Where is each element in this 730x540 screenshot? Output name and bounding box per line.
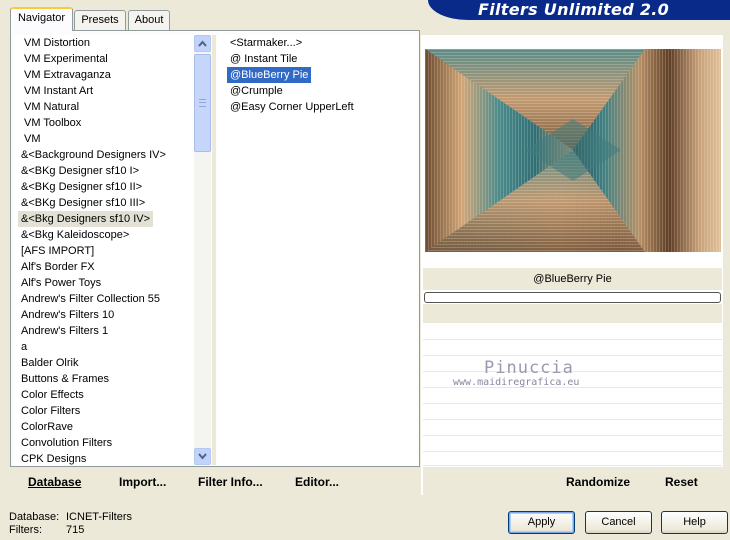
category-item[interactable]: &<Bkg Kaleidoscope> [18,227,132,243]
category-item[interactable]: a [18,339,30,355]
category-item[interactable]: VM Natural [21,99,82,115]
category-item[interactable]: VM Extravaganza [21,67,114,83]
scroll-thumb[interactable] [194,54,211,152]
preview-pattern [425,49,721,252]
database-label: Database: [9,511,60,523]
category-item[interactable]: Buttons & Frames [18,371,112,387]
category-item[interactable]: VM Instant Art [21,83,96,99]
list-divider [212,35,216,465]
category-item[interactable]: VM Distortion [21,35,93,51]
scroll-down-button[interactable] [194,448,211,465]
filters-count-value: 715 [66,524,85,536]
filters-count-label: Filters: [9,524,42,536]
preview-link-bar: Randomize Reset [423,467,723,495]
parameter-row [423,389,722,404]
category-item[interactable]: Color Effects [18,387,87,403]
filter-name-display: @BlueBerry Pie [423,268,722,290]
filter-info-link[interactable]: Filter Info... [198,475,263,489]
parameter-row [423,421,722,436]
progress-bar [424,292,721,303]
category-item[interactable]: CPK Designs [18,451,89,465]
category-item[interactable]: ColorRave [18,419,76,435]
preview-image[interactable] [425,49,721,252]
database-link[interactable]: Database [28,475,81,489]
category-item[interactable]: &<BKg Designer sf10 I> [18,163,142,179]
filter-list[interactable]: <Starmaker...> @ Instant Tile @BlueBerry P… [217,35,417,465]
apply-button[interactable]: Apply [508,511,575,534]
parameter-row [423,405,722,420]
category-item[interactable]: VM [21,131,44,147]
filter-item[interactable]: @ Instant Tile [227,51,300,67]
control-band [423,304,722,323]
watermark-name: Pinuccia [484,358,574,378]
parameter-row [423,341,722,356]
randomize-link[interactable]: Randomize [566,475,630,489]
chevron-up-icon [198,40,207,47]
tab-about[interactable]: About [128,10,170,30]
filter-item[interactable]: @BlueBerry Pie [227,67,312,83]
category-item[interactable]: VM Toolbox [21,115,84,131]
filter-item[interactable]: <Starmaker...> [227,35,305,51]
category-item[interactable]: &<BKg Designer sf10 III> [18,195,148,211]
category-scrollbar[interactable] [194,35,211,465]
chevron-down-icon [198,453,207,460]
category-item[interactable]: &<Background Designers IV> [18,147,169,163]
category-item[interactable]: Convolution Filters [18,435,115,451]
parameter-row [423,437,722,452]
filter-item[interactable]: @Easy Corner UpperLeft [227,99,357,115]
category-item[interactable]: Alf's Border FX [18,259,98,275]
database-link-label: Database [28,475,82,489]
help-button[interactable]: Help [661,511,728,534]
cancel-button[interactable]: Cancel [585,511,652,534]
scroll-up-button[interactable] [194,35,211,52]
database-value: ICNET-Filters [66,511,132,523]
category-item[interactable]: Alf's Power Toys [18,275,104,291]
tab-presets[interactable]: Presets [74,10,126,30]
category-item[interactable]: [AFS IMPORT] [18,243,97,259]
category-item[interactable]: Andrew's Filters 10 [18,307,117,323]
category-item[interactable]: &<Bkg Designers sf10 IV> [18,211,154,227]
category-item[interactable]: Balder Olrik [18,355,81,371]
watermark-url: www.maidiregrafica.eu [453,377,580,388]
category-item[interactable]: VM Experimental [21,51,111,67]
category-item[interactable]: Color Filters [18,403,83,419]
app-title: Filters Unlimited 2.0 [478,0,670,19]
editor-link[interactable]: Editor... [295,475,339,489]
parameter-row [423,453,722,466]
category-item[interactable]: Andrew's Filters 1 [18,323,111,339]
navigator-link-bar: Database Import... Filter Info... Editor… [14,467,420,495]
parameter-row [423,325,722,340]
category-list[interactable]: VM Distortion VM Experimental VM Extravaga… [14,35,194,465]
category-item[interactable]: &<BKg Designer sf10 II> [18,179,145,195]
reset-link[interactable]: Reset [665,475,698,489]
tab-navigator[interactable]: Navigator [10,7,73,31]
grip-icon [199,99,206,107]
category-item[interactable]: Andrew's Filter Collection 55 [18,291,163,307]
import-link[interactable]: Import... [119,475,166,489]
filter-item[interactable]: @Crumple [227,83,286,99]
